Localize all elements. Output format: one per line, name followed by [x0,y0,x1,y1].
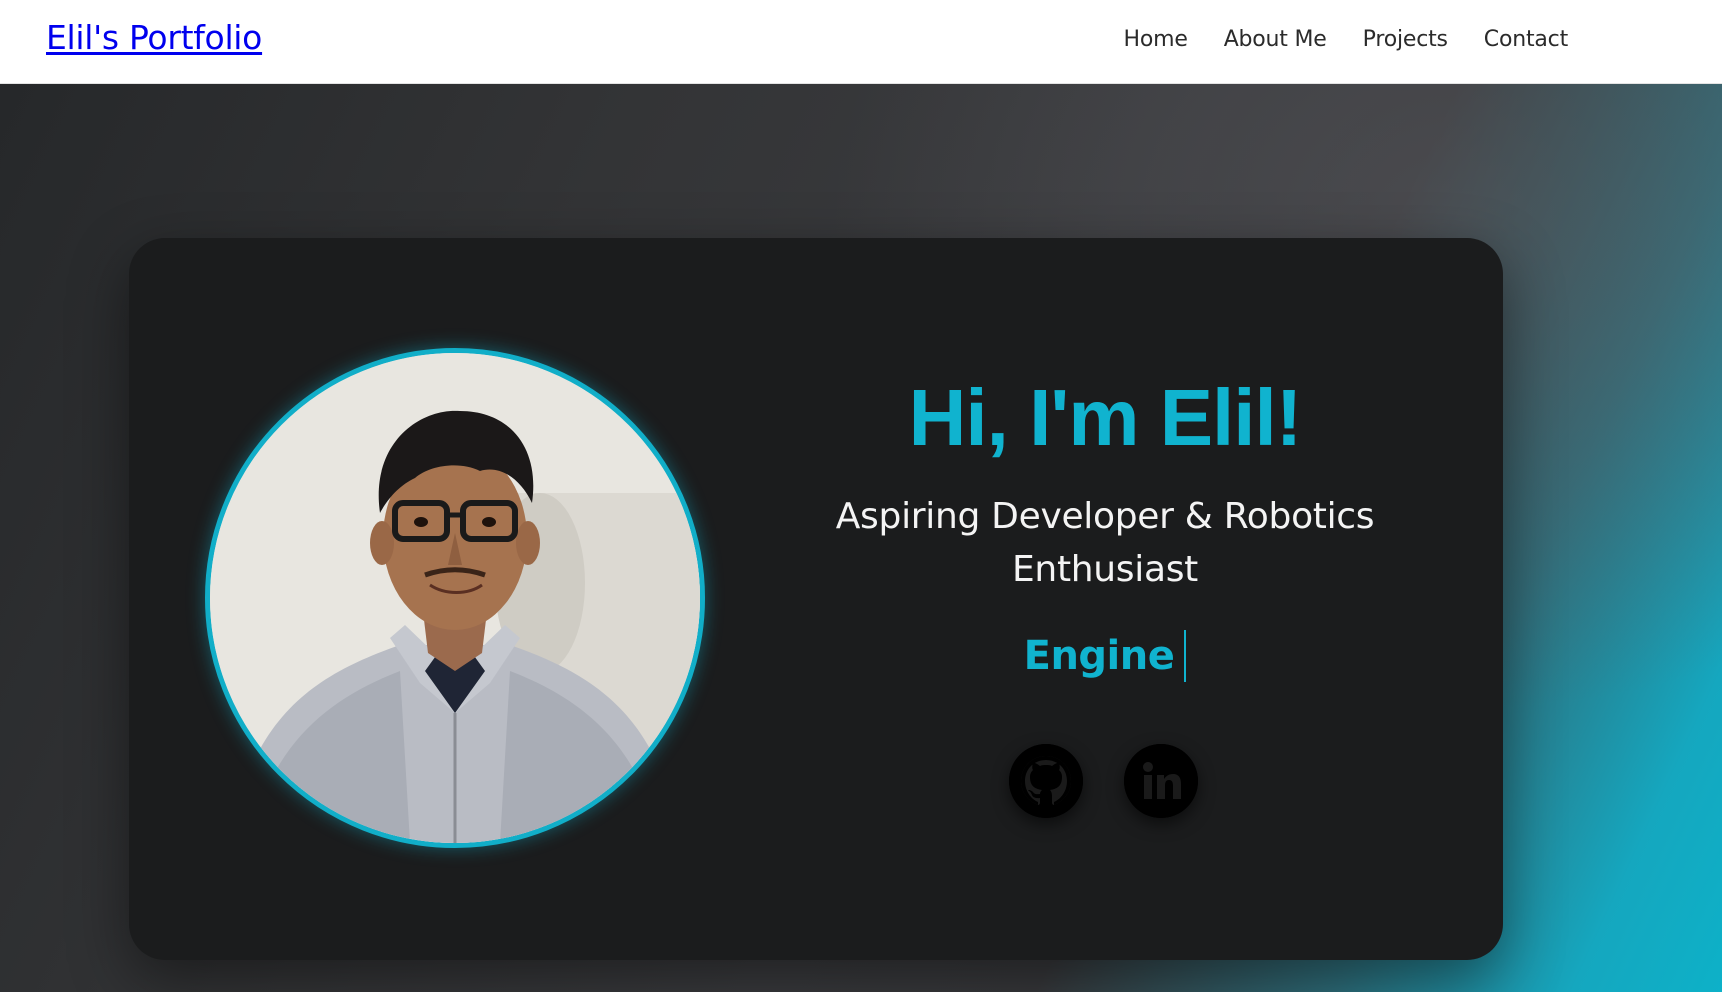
profile-photo [205,348,705,848]
top-navbar: Elil's Portfolio Home About Me Projects … [0,0,1722,84]
tagline: Aspiring Developer & Robotics Enthusiast [790,490,1420,596]
greeting-heading: Hi, I'm Elil! [908,373,1303,462]
typing-caret [1184,630,1187,682]
linkedin-icon [1124,744,1198,818]
nav-contact[interactable]: Contact [1484,27,1568,52]
typed-text: Engine [1023,633,1175,679]
main-nav: Home About Me Projects Contact [1124,27,1569,52]
tagline-line-2: Enthusiast [1011,549,1198,590]
linkedin-link[interactable] [1124,744,1198,818]
brand-link[interactable]: Elil's Portfolio [46,18,262,57]
github-icon [1009,744,1083,818]
typewriter: Engine [800,630,1410,682]
nav-home[interactable]: Home [1124,27,1188,52]
tagline-line-1: Aspiring Developer & Robotics [835,496,1375,537]
profile-photo-illustration [210,353,700,843]
nav-projects[interactable]: Projects [1363,27,1448,52]
nav-about-me[interactable]: About Me [1224,27,1327,52]
github-link[interactable] [1009,744,1083,818]
